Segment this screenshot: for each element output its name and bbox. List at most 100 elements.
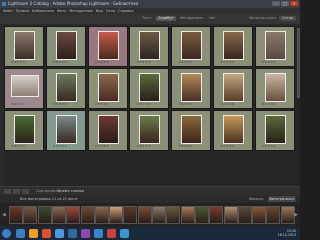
- filmstrip-thumbnail[interactable]: [109, 206, 124, 224]
- sort-dropdown[interactable]: Время съемки: [58, 189, 84, 194]
- filmstrip-thumbnail[interactable]: [166, 206, 181, 224]
- filmstrip-thumbnail[interactable]: [266, 206, 281, 224]
- star-rating[interactable]: ★★★★★: [220, 145, 234, 148]
- filmstrip-thumbnail[interactable]: [280, 206, 295, 224]
- scrollbar-thumb[interactable]: [297, 28, 300, 98]
- browser-icon[interactable]: [55, 229, 64, 238]
- star-rating[interactable]: ★★★★★: [136, 103, 150, 106]
- grid-cell[interactable]: ★★★★★: [4, 68, 44, 109]
- maximize-button[interactable]: □: [281, 1, 289, 6]
- grid-cell[interactable]: ★★★★★: [213, 110, 253, 151]
- grid-cell[interactable]: ★★★★★: [171, 26, 212, 67]
- app-icon[interactable]: [107, 229, 116, 238]
- star-rating[interactable]: ★★★★★: [53, 145, 67, 148]
- start-button[interactable]: [2, 229, 11, 238]
- star-rating[interactable]: ★★★★★: [95, 145, 109, 148]
- photo-thumbnail[interactable]: [55, 73, 77, 102]
- star-rating[interactable]: ★★★★★: [262, 103, 276, 106]
- photo-thumbnail[interactable]: [97, 115, 119, 144]
- grid-cell[interactable]: ★★★★★: [45, 110, 86, 151]
- photo-thumbnail[interactable]: [181, 73, 203, 102]
- grid-cell[interactable]: ★★★★★: [87, 68, 128, 109]
- star-rating[interactable]: ★★★★★: [262, 145, 276, 148]
- photo-thumbnail[interactable]: [181, 31, 203, 60]
- compare-view-icon[interactable]: [22, 189, 29, 194]
- grid-cell[interactable]: ★★★★★: [87, 110, 128, 151]
- filmstrip-thumbnail[interactable]: [237, 206, 252, 224]
- grid-cell[interactable]: ★★★★★: [129, 26, 170, 67]
- star-rating[interactable]: ★★★★★: [95, 61, 109, 64]
- grid-cell[interactable]: ★★★★★: [171, 68, 212, 109]
- grid-scrollbar[interactable]: [297, 26, 300, 186]
- loupe-view-icon[interactable]: [13, 189, 20, 194]
- grid-cell[interactable]: ★★★★★: [45, 68, 86, 109]
- star-rating[interactable]: ★★★★★: [11, 103, 25, 106]
- system-tray-clock[interactable]: 15:20 16.12.2013: [278, 229, 296, 238]
- grid-cell[interactable]: ★★★★★: [213, 26, 253, 67]
- star-rating[interactable]: ★★★★★: [53, 103, 67, 106]
- app-icon[interactable]: [94, 229, 103, 238]
- photo-thumbnail[interactable]: [223, 73, 244, 102]
- close-button[interactable]: ×: [290, 1, 298, 6]
- filmstrip-source[interactable]: Все фотографии 21 из 21 фото: [20, 196, 77, 202]
- minimize-button[interactable]: –: [272, 1, 280, 6]
- star-rating[interactable]: ★★★★★: [11, 145, 25, 148]
- grid-cell[interactable]: ★★★★★: [171, 110, 212, 151]
- filmstrip-thumbnail[interactable]: [209, 206, 224, 224]
- tab-attribute[interactable]: Атрибут: [156, 16, 176, 21]
- photo-thumbnail[interactable]: [223, 115, 244, 144]
- media-icon[interactable]: [42, 229, 51, 238]
- star-rating[interactable]: ★★★★★: [53, 61, 67, 64]
- grid-cell[interactable]: ★★★★★: [45, 26, 86, 67]
- photo-thumbnail[interactable]: [97, 31, 119, 60]
- grid-cell[interactable]: ★★★★★: [213, 68, 253, 109]
- star-rating[interactable]: ★★★★★: [178, 145, 192, 148]
- photo-thumbnail[interactable]: [139, 31, 161, 60]
- grid-cell[interactable]: ★★★★★: [87, 26, 128, 67]
- photo-thumbnail[interactable]: [264, 31, 286, 60]
- photo-thumbnail[interactable]: [264, 115, 286, 144]
- star-rating[interactable]: ★★★★★: [136, 61, 150, 64]
- grid-cell[interactable]: ★★★★★: [254, 68, 295, 109]
- filmstrip-thumbnail[interactable]: [9, 206, 23, 224]
- star-rating[interactable]: ★★★★★: [95, 103, 109, 106]
- filmstrip-thumbnail[interactable]: [80, 206, 95, 224]
- filmstrip-thumbnail[interactable]: [137, 206, 152, 224]
- filmstrip-thumbnail[interactable]: [94, 206, 109, 224]
- grid-cell[interactable]: ★★★★★: [254, 26, 295, 67]
- filmstrip-thumbnail[interactable]: [180, 206, 195, 224]
- app-icon[interactable]: [68, 229, 77, 238]
- star-rating[interactable]: ★★★★★: [178, 103, 192, 106]
- filmstrip-thumbnail[interactable]: [252, 206, 267, 224]
- photo-thumbnail[interactable]: [14, 115, 35, 144]
- grid-cell[interactable]: ★★★★★: [129, 68, 170, 109]
- star-rating[interactable]: ★★★★★: [220, 61, 234, 64]
- photo-thumbnail[interactable]: [11, 75, 39, 97]
- grid-view-chip[interactable]: Сетка: [279, 16, 296, 21]
- photo-thumbnail[interactable]: [181, 115, 203, 144]
- folder-icon[interactable]: [29, 229, 38, 238]
- lightroom-taskbar-icon[interactable]: [120, 229, 129, 238]
- tab-metadata[interactable]: Метаданные: [178, 16, 205, 21]
- tab-text[interactable]: Текст: [140, 16, 154, 21]
- grid-cell[interactable]: ★★★★★: [129, 110, 170, 151]
- photo-thumbnail[interactable]: [55, 115, 77, 144]
- filmstrip-scroll-left-icon[interactable]: ◀: [2, 212, 6, 218]
- star-rating[interactable]: ★★★★★: [11, 61, 25, 64]
- filmstrip-thumbnail[interactable]: [37, 206, 52, 224]
- app-icon[interactable]: [81, 229, 90, 238]
- explorer-icon[interactable]: [16, 229, 25, 238]
- star-rating[interactable]: ★★★★★: [220, 103, 234, 106]
- filmstrip-scroll-right-icon[interactable]: ▶: [294, 212, 298, 218]
- photo-thumbnail[interactable]: [97, 73, 119, 102]
- photo-thumbnail[interactable]: [139, 115, 161, 144]
- star-rating[interactable]: ★★★★★: [262, 61, 276, 64]
- photo-thumbnail[interactable]: [264, 73, 286, 102]
- filmstrip-thumbnail[interactable]: [223, 206, 238, 224]
- filmstrip-thumbnail[interactable]: [194, 206, 209, 224]
- grid-cell[interactable]: ★★★★★: [4, 110, 44, 151]
- star-rating[interactable]: ★★★★★: [136, 145, 150, 148]
- filmstrip-thumbnail[interactable]: [23, 206, 38, 224]
- photo-thumbnail[interactable]: [223, 31, 244, 60]
- filmstrip-thumbnail[interactable]: [66, 206, 81, 224]
